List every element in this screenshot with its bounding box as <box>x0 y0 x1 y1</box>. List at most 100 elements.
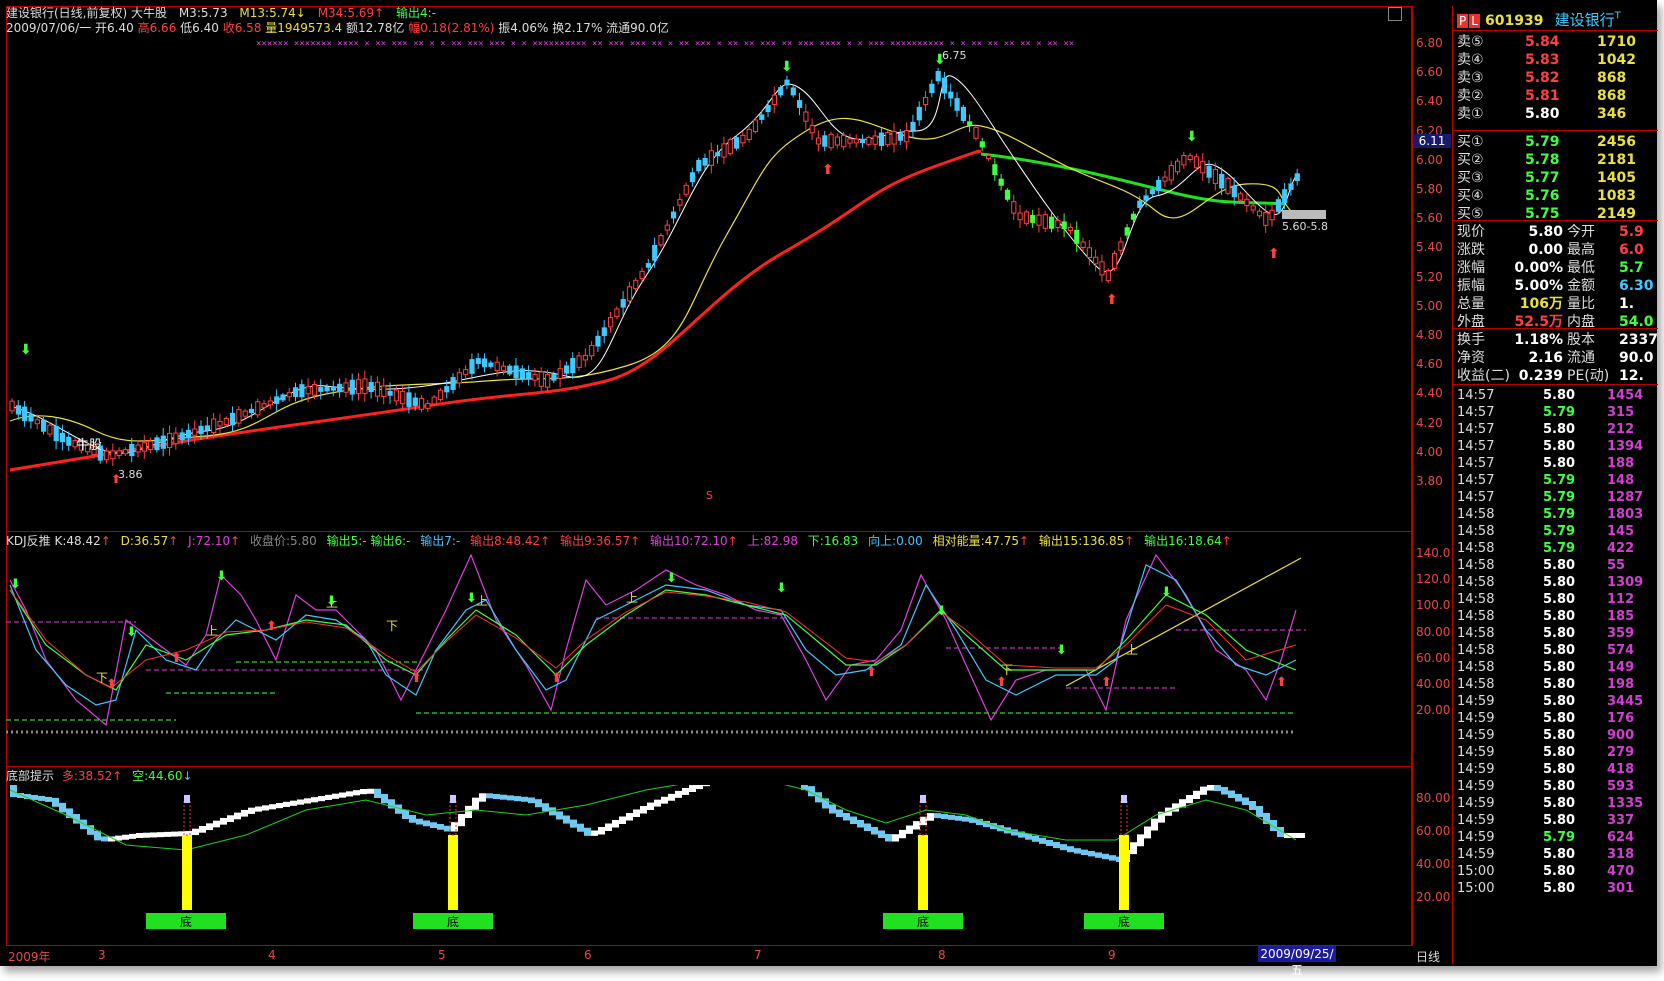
tick-row[interactable]: 14:57 5.80 1454 <box>1457 387 1657 405</box>
tick-row[interactable]: 14:58 5.80 574 <box>1457 642 1657 660</box>
tick-row[interactable]: 14:59 5.80 279 <box>1457 744 1657 762</box>
candle-body <box>1067 226 1074 232</box>
bid-volume: 1083 <box>1597 188 1636 204</box>
step-bar <box>1235 794 1242 802</box>
tick-row[interactable]: 14:58 5.80 198 <box>1457 676 1657 694</box>
bid-row[interactable]: 买① 5.79 2456 <box>1457 133 1657 151</box>
tick-row[interactable]: 14:59 5.79 624 <box>1457 829 1657 847</box>
tick-row[interactable]: 14:59 5.80 176 <box>1457 710 1657 728</box>
ask-row[interactable]: 卖③ 5.82 868 <box>1457 69 1657 87</box>
ask-row[interactable]: 卖⑤ 5.84 1710 <box>1457 33 1657 51</box>
candle-body <box>324 386 330 392</box>
candle-body <box>683 184 689 195</box>
candle-body <box>1143 195 1149 201</box>
candle-body <box>771 94 777 106</box>
candle-body <box>891 130 897 145</box>
candle-body <box>878 132 885 147</box>
step-bar <box>696 785 703 790</box>
step-bar <box>577 823 584 832</box>
tick-row[interactable]: 14:58 5.80 359 <box>1457 625 1657 643</box>
step-bar <box>171 831 178 837</box>
step-bar <box>1228 790 1235 798</box>
ask-row[interactable]: 卖② 5.81 868 <box>1457 87 1657 105</box>
high-value: 高6.66 <box>137 21 177 35</box>
bottom-signal-group <box>182 795 1129 910</box>
bottom-label: 底 <box>447 914 459 929</box>
kdj-axis-label: 40.00 <box>1416 677 1451 691</box>
candles-group <box>9 67 1300 467</box>
candle-body <box>986 154 992 160</box>
bottom-label: 底 <box>1118 914 1130 929</box>
l-badge[interactable]: L <box>1469 14 1480 28</box>
step-bar <box>864 823 871 831</box>
tick-row[interactable]: 14:59 5.80 3445 <box>1457 693 1657 711</box>
stock-name: 建设银行 <box>1554 11 1615 29</box>
bid-row[interactable]: 买③ 5.77 1405 <box>1457 169 1657 187</box>
tick-row[interactable]: 14:59 5.80 593 <box>1457 778 1657 796</box>
ask-volume: 868 <box>1597 70 1627 86</box>
candle-body <box>834 136 840 146</box>
ask-volume: 346 <box>1597 106 1627 122</box>
step-bar <box>31 794 38 800</box>
step-bar <box>290 800 297 806</box>
period-button[interactable]: 日线 <box>1416 948 1440 965</box>
candle-body <box>1238 193 1244 201</box>
candle-body <box>740 134 746 144</box>
step-bar <box>528 797 535 804</box>
tick-row[interactable]: 14:57 5.80 212 <box>1457 421 1657 439</box>
step-bar <box>192 828 199 836</box>
candle-body <box>1282 189 1288 203</box>
up-label: 上 <box>626 591 638 605</box>
candle-body <box>15 405 21 415</box>
panel-toggle-button[interactable] <box>1388 7 1402 21</box>
tick-row[interactable]: 14:58 5.79 1803 <box>1457 506 1657 524</box>
tick-row[interactable]: 14:58 5.79 145 <box>1457 523 1657 541</box>
bid-row[interactable]: 买② 5.78 2181 <box>1457 151 1657 169</box>
tick-row[interactable]: 14:58 5.80 149 <box>1457 659 1657 677</box>
candle-body <box>154 437 160 451</box>
step-bar <box>255 806 262 812</box>
tick-row[interactable]: 14:59 5.80 900 <box>1457 727 1657 745</box>
candle-body <box>563 365 570 374</box>
kong-value: 空:44.60 <box>132 769 183 783</box>
tick-row[interactable]: 14:58 5.80 55 <box>1457 557 1657 575</box>
candle-body <box>34 419 40 425</box>
tick-row[interactable]: 14:59 5.80 1335 <box>1457 795 1657 813</box>
tick-row[interactable]: 14:59 5.80 318 <box>1457 846 1657 864</box>
candle-body <box>948 91 954 99</box>
candle-body <box>1086 247 1093 258</box>
candle-body <box>526 372 532 379</box>
step-bar <box>374 788 381 798</box>
candle-body <box>702 157 708 166</box>
candle-body <box>368 382 374 393</box>
candle-body <box>1074 229 1080 244</box>
tick-row[interactable]: 14:57 5.79 1287 <box>1457 489 1657 507</box>
tick-row[interactable]: 14:57 5.80 188 <box>1457 455 1657 473</box>
tick-row[interactable]: 14:59 5.80 337 <box>1457 812 1657 830</box>
step-bar <box>1200 786 1207 795</box>
ask-row[interactable]: 卖① 5.80 346 <box>1457 105 1657 123</box>
step-bar <box>689 785 696 792</box>
s-marker: S <box>706 489 713 502</box>
tick-row[interactable]: 14:57 5.80 1394 <box>1457 438 1657 456</box>
tick-row[interactable]: 14:58 5.80 185 <box>1457 608 1657 626</box>
tick-row[interactable]: 15:00 5.80 470 <box>1457 863 1657 881</box>
tick-row[interactable]: 14:58 5.80 1309 <box>1457 574 1657 592</box>
tick-row[interactable]: 14:58 5.79 422 <box>1457 540 1657 558</box>
close-value: 收6.58 <box>222 21 262 35</box>
candle-body <box>614 308 620 318</box>
ask-row[interactable]: 卖④ 5.83 1042 <box>1457 51 1657 69</box>
tick-row[interactable]: 15:00 5.80 301 <box>1457 880 1657 898</box>
tick-row[interactable]: 14:57 5.79 315 <box>1457 404 1657 422</box>
tick-row[interactable]: 14:59 5.80 418 <box>1457 761 1657 779</box>
kdj-chart[interactable]: ⬇ ⬇ ⬇ ⬇ ⬇ ⬇ ⬇ ⬇ ⬇ ⬇ ⬆ ⬆ ⬆ ⬆ ⬆ ⬆ ⬆ ⬆ ⬆ 上 … <box>6 550 1412 766</box>
tick-row[interactable]: 14:58 5.80 112 <box>1457 591 1657 609</box>
bottom-indicator-chart[interactable]: 底 底 底 底 <box>6 785 1412 946</box>
tick-row[interactable]: 14:57 5.79 148 <box>1457 472 1657 490</box>
p-badge[interactable]: P <box>1457 14 1469 28</box>
candle-body <box>652 244 658 261</box>
candle-body <box>198 425 204 435</box>
price-axis-label: 6.00 <box>1416 152 1443 167</box>
bid-row[interactable]: 买④ 5.76 1083 <box>1457 187 1657 205</box>
candlestick-chart[interactable]: ×××××× ××××××× ×××× × ×× ××× ×× × × ×× ×… <box>6 36 1412 531</box>
